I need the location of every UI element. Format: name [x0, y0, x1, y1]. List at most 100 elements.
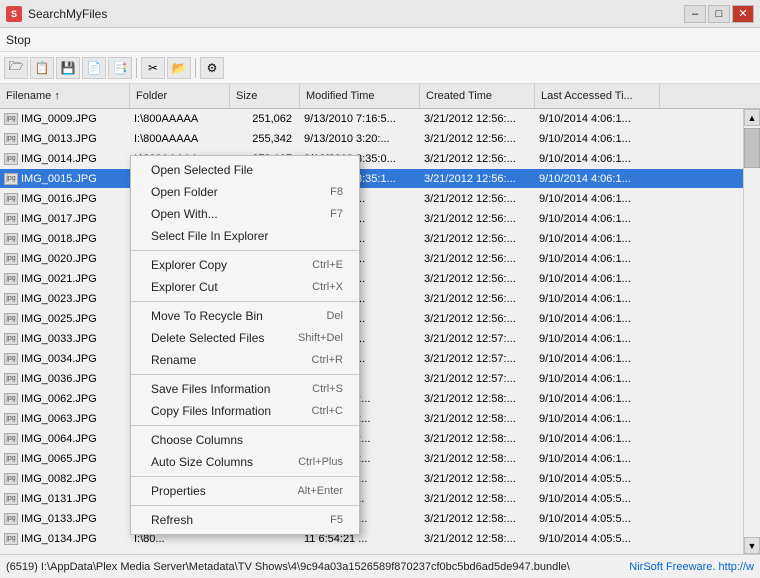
- scroll-up-arrow[interactable]: ▲: [744, 109, 760, 126]
- context-menu-item[interactable]: RenameCtrl+R: [131, 349, 359, 371]
- col-header-created[interactable]: Created Time: [420, 84, 535, 108]
- scroll-down-arrow[interactable]: ▼: [744, 537, 760, 554]
- close-button[interactable]: ✕: [732, 5, 754, 23]
- col-header-accessed[interactable]: Last Accessed Ti...: [535, 84, 660, 108]
- file-icon: jpg: [4, 373, 18, 385]
- file-icon: jpg: [4, 393, 18, 405]
- context-menu-separator: [131, 301, 359, 302]
- file-accessed-cell: 9/10/2014 4:05:5...: [535, 493, 660, 505]
- status-left: (6519) I:\AppData\Plex Media Server\Meta…: [6, 561, 570, 573]
- menu-stop[interactable]: Stop: [6, 33, 31, 47]
- context-menu-separator: [131, 374, 359, 375]
- file-name-cell: jpg IMG_0015.JPG: [0, 173, 130, 185]
- toolbar-btn-6[interactable]: ✂: [141, 57, 165, 79]
- table-row[interactable]: jpg IMG_0062.JPG I:\80... 2010 11:18:...…: [0, 389, 760, 409]
- file-created-cell: 3/21/2012 12:56:...: [420, 313, 535, 325]
- title-bar-left: S SearchMyFiles: [6, 6, 107, 22]
- file-accessed-cell: 9/10/2014 4:05:5...: [535, 473, 660, 485]
- file-created-cell: 3/21/2012 12:56:...: [420, 153, 535, 165]
- file-name-cell: jpg IMG_0016.JPG: [0, 193, 130, 205]
- table-row[interactable]: jpg IMG_0017.JPG I:\80... 010 3:37:3... …: [0, 209, 760, 229]
- table-row[interactable]: jpg IMG_0064.JPG I:\80... 2010 11:26:...…: [0, 429, 760, 449]
- context-menu-item[interactable]: Explorer CopyCtrl+E: [131, 254, 359, 276]
- col-header-modified[interactable]: Modified Time: [300, 84, 420, 108]
- file-created-cell: 3/21/2012 12:56:...: [420, 193, 535, 205]
- table-row[interactable]: jpg IMG_0082.JPG I:\80... 11 4:41:43 ...…: [0, 469, 760, 489]
- file-size-cell: 255,342: [230, 133, 300, 145]
- file-icon: jpg: [4, 413, 18, 425]
- toolbar-separator-2: [195, 58, 196, 78]
- table-row[interactable]: jpg IMG_0063.JPG I:\80... 2010 11:22:...…: [0, 409, 760, 429]
- file-name-cell: jpg IMG_0018.JPG: [0, 233, 130, 245]
- file-accessed-cell: 9/10/2014 4:06:1...: [535, 353, 660, 365]
- file-name-cell: jpg IMG_0013.JPG: [0, 133, 130, 145]
- context-menu-item[interactable]: Delete Selected FilesShift+Del: [131, 327, 359, 349]
- context-menu-item[interactable]: Choose Columns: [131, 429, 359, 451]
- col-header-size[interactable]: Size: [230, 84, 300, 108]
- context-menu-item[interactable]: Auto Size ColumnsCtrl+Plus: [131, 451, 359, 473]
- table-row[interactable]: jpg IMG_0131.JPG I:\80... 011 10:36:... …: [0, 489, 760, 509]
- file-icon: jpg: [4, 113, 18, 125]
- toolbar-separator-1: [136, 58, 137, 78]
- context-menu-item[interactable]: Save Files InformationCtrl+S: [131, 378, 359, 400]
- menu-bar: Stop: [0, 28, 760, 52]
- context-menu-item[interactable]: Open FolderF8: [131, 181, 359, 203]
- context-menu-item[interactable]: PropertiesAlt+Enter: [131, 480, 359, 502]
- table-row[interactable]: jpg IMG_0014.JPG I:\800AAAAA 273,107 9/1…: [0, 149, 760, 169]
- scrollbar-y[interactable]: ▲ ▼: [743, 109, 760, 554]
- file-name-cell: jpg IMG_0017.JPG: [0, 213, 130, 225]
- toolbar-btn-2[interactable]: 📋: [30, 57, 54, 79]
- table-row[interactable]: jpg IMG_0015.JPG I:\800AAAAA 272,058 9/1…: [0, 169, 760, 189]
- table-row[interactable]: jpg IMG_0036.JPG I:\80... 010 8:42:... 3…: [0, 369, 760, 389]
- file-icon: jpg: [4, 153, 18, 165]
- context-menu-item[interactable]: Open With...F7: [131, 203, 359, 225]
- context-menu-item[interactable]: RefreshF5: [131, 509, 359, 531]
- file-created-cell: 3/21/2012 12:58:...: [420, 533, 535, 545]
- file-icon: jpg: [4, 433, 18, 445]
- table-row[interactable]: jpg IMG_0134.JPG I:\80... 11 6:54:21 ...…: [0, 529, 760, 549]
- context-menu-item[interactable]: Copy Files InformationCtrl+C: [131, 400, 359, 422]
- toolbar-btn-5[interactable]: 📑: [108, 57, 132, 79]
- toolbar-btn-4[interactable]: 📄: [82, 57, 106, 79]
- toolbar-btn-1[interactable]: 🗁: [4, 57, 28, 79]
- maximize-button[interactable]: □: [708, 5, 730, 23]
- table-row[interactable]: jpg IMG_0065.JPG I:\80... 2010 11:26:...…: [0, 449, 760, 469]
- context-menu-item[interactable]: Explorer CutCtrl+X: [131, 276, 359, 298]
- file-icon: jpg: [4, 453, 18, 465]
- file-created-cell: 3/21/2012 12:58:...: [420, 433, 535, 445]
- file-accessed-cell: 9/10/2014 4:06:1...: [535, 113, 660, 125]
- col-header-folder[interactable]: Folder: [130, 84, 230, 108]
- toolbar: 🗁 📋 💾 📄 📑 ✂ 📂 ⚙: [0, 52, 760, 84]
- table-row[interactable]: jpg IMG_0021.JPG I:\80... 010 6:34:0... …: [0, 269, 760, 289]
- context-menu-item[interactable]: Move To Recycle BinDel: [131, 305, 359, 327]
- table-row[interactable]: jpg IMG_0009.JPG I:\800AAAAA 251,062 9/1…: [0, 109, 760, 129]
- table-row[interactable]: jpg IMG_0013.JPG I:\800AAAAA 255,342 9/1…: [0, 129, 760, 149]
- file-name-cell: jpg IMG_0064.JPG: [0, 433, 130, 445]
- table-row[interactable]: jpg IMG_0023.JPG I:\80... 010 6:35:0... …: [0, 289, 760, 309]
- table-row[interactable]: jpg IMG_0020.JPG I:\80... 010 6:33:3... …: [0, 249, 760, 269]
- table-row[interactable]: jpg IMG_0018.JPG I:\80... 010 3:37:3... …: [0, 229, 760, 249]
- table-row[interactable]: jpg IMG_0133.JPG I:\80... 11 6:54:17 ...…: [0, 509, 760, 529]
- toolbar-btn-3[interactable]: 💾: [56, 57, 80, 79]
- table-row[interactable]: jpg IMG_0033.JPG I:\80... 010 7:59:0... …: [0, 329, 760, 349]
- toolbar-btn-7[interactable]: 📂: [167, 57, 191, 79]
- table-row[interactable]: jpg IMG_0034.JPG I:\80... 010 7:59:0... …: [0, 349, 760, 369]
- context-menu-separator: [131, 505, 359, 506]
- file-name-cell: jpg IMG_0062.JPG: [0, 393, 130, 405]
- file-modified-cell: 9/13/2010 7:16:5...: [300, 113, 420, 125]
- file-accessed-cell: 9/10/2014 4:06:1...: [535, 273, 660, 285]
- toolbar-btn-8[interactable]: ⚙: [200, 57, 224, 79]
- table-row[interactable]: jpg IMG_0025.JPG I:\80... 010 6:36:0... …: [0, 309, 760, 329]
- file-icon: jpg: [4, 293, 18, 305]
- file-accessed-cell: 9/10/2014 4:06:1...: [535, 293, 660, 305]
- file-accessed-cell: 9/10/2014 4:06:1...: [535, 233, 660, 245]
- file-folder-cell: I:\800AAAAA: [130, 113, 230, 125]
- file-icon: jpg: [4, 213, 18, 225]
- col-header-filename[interactable]: Filename ↑: [0, 84, 130, 108]
- minimize-button[interactable]: –: [684, 5, 706, 23]
- context-menu-item[interactable]: Select File In Explorer: [131, 225, 359, 247]
- table-row[interactable]: jpg IMG_0016.JPG I:\80... 010 3:37:3... …: [0, 189, 760, 209]
- context-menu-item[interactable]: Open Selected File: [131, 159, 359, 181]
- file-accessed-cell: 9/10/2014 4:06:1...: [535, 433, 660, 445]
- scroll-thumb[interactable]: [744, 128, 760, 168]
